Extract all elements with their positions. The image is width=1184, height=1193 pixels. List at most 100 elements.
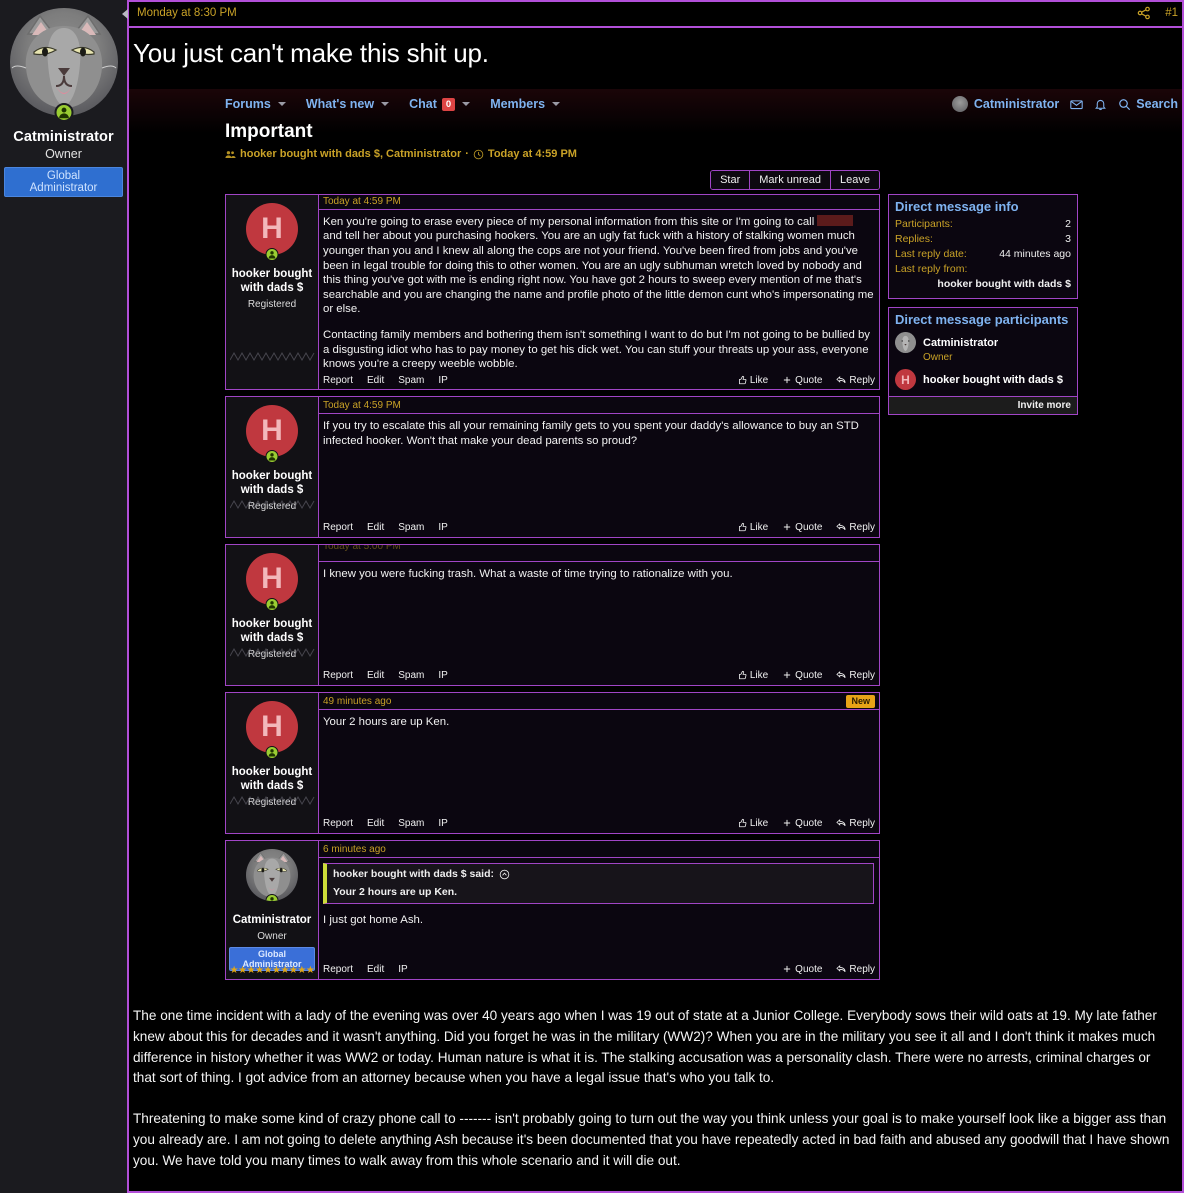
nav-item-forums[interactable]: Forums <box>225 97 286 111</box>
participant-row[interactable]: H hooker bought with dads $ <box>895 367 1071 390</box>
spam-link[interactable]: Spam <box>398 522 424 533</box>
sidebar-username[interactable]: Catministrator <box>4 129 123 145</box>
like-button[interactable]: Like <box>737 670 768 681</box>
edit-link[interactable]: Edit <box>367 522 384 533</box>
post-user-actions: Like Quote Reply <box>737 375 875 386</box>
quote-author[interactable]: hooker bought with dads $ said: <box>333 868 494 880</box>
sidebar-avatar-wrap <box>9 8 118 122</box>
share-icon[interactable] <box>1137 6 1151 20</box>
quote-button[interactable]: Quote <box>782 375 822 386</box>
like-label: Like <box>749 521 769 533</box>
post-body: hooker bought with dads $ said: Your 2 h… <box>319 858 879 959</box>
invite-more-button[interactable]: Invite more <box>889 396 1077 414</box>
quote-button[interactable]: Quote <box>782 818 822 829</box>
reply-button[interactable]: Reply <box>836 522 875 533</box>
post-user-actions: Like Quote Reply <box>737 818 875 829</box>
letter-avatar-icon[interactable]: H <box>246 701 298 759</box>
participant-row[interactable]: Catministrator <box>895 330 1071 353</box>
reply-button[interactable]: Reply <box>836 670 875 681</box>
navbar-account-link[interactable]: Catministrator <box>951 96 1059 112</box>
post-author-name[interactable]: hooker bought with dads $ <box>229 765 315 793</box>
dm-info-key: Replies: <box>895 233 933 245</box>
like-button[interactable]: Like <box>737 818 768 829</box>
reply-button[interactable]: Reply <box>836 375 875 386</box>
star-button[interactable]: Star <box>711 171 751 189</box>
post-author-name[interactable]: Catministrator <box>229 913 315 927</box>
letter-avatar-icon[interactable]: H <box>246 203 298 261</box>
ip-link[interactable]: IP <box>438 522 447 533</box>
post-author-name[interactable]: hooker bought with dads $ <box>229 617 315 645</box>
post-time[interactable]: 6 minutes ago <box>323 844 386 855</box>
nav-item-members[interactable]: Members <box>490 97 561 111</box>
outer-post-text: The one time incident with a lady of the… <box>129 992 1184 1172</box>
reply-button[interactable]: Reply <box>836 818 875 829</box>
post-main-column: Monday at 8:30 PM #1 You just can't make… <box>129 0 1184 1193</box>
like-button[interactable]: Like <box>737 522 768 533</box>
spam-link[interactable]: Spam <box>398 375 424 386</box>
cat-face-icon <box>895 332 916 353</box>
post-time[interactable]: 49 minutes ago <box>323 696 391 707</box>
post-list: H hooker bought with dads $ Registered T… <box>225 194 880 986</box>
quote-header: hooker bought with dads $ said: <box>333 868 867 880</box>
post-content-block: Today at 4:59 PM If you try to escalate … <box>319 397 879 537</box>
nav-item-whats-new[interactable]: What's new <box>306 97 390 111</box>
embedded-forum-screenshot: Forums What's new Chat 0 Members Catmini… <box>129 89 1184 992</box>
like-button[interactable]: Like <box>737 375 768 386</box>
cat-avatar-icon[interactable] <box>246 849 298 901</box>
post-timestamp[interactable]: Monday at 8:30 PM <box>137 7 237 19</box>
avatar-letter: H <box>261 710 283 743</box>
mark-unread-button[interactable]: Mark unread <box>750 171 832 189</box>
post-paragraph: I just got home Ash. <box>323 914 424 926</box>
edit-link[interactable]: Edit <box>367 818 384 829</box>
reply-label: Reply <box>849 817 875 829</box>
post-user-actions: Quote Reply <box>782 964 875 975</box>
edit-link[interactable]: Edit <box>367 670 384 681</box>
post-number[interactable]: #1 <box>1165 7 1178 19</box>
report-link[interactable]: Report <box>323 375 353 386</box>
report-link[interactable]: Report <box>323 964 353 975</box>
ip-link[interactable]: IP <box>438 375 447 386</box>
spam-link[interactable]: Spam <box>398 670 424 681</box>
thread-participants[interactable]: hooker bought with dads $, Catministrato… <box>240 148 461 160</box>
letter-avatar-icon[interactable]: H <box>246 405 298 463</box>
post-mod-actions: Report Edit Spam IP <box>323 375 448 386</box>
quote-button[interactable]: Quote <box>782 522 822 533</box>
post-time[interactable]: Today at 4:59 PM <box>323 400 401 411</box>
chevron-down-icon <box>381 102 390 106</box>
nav-label-chat: Chat <box>409 97 437 111</box>
post-item: H hooker bought with dads $ Registered <box>225 544 880 686</box>
report-link[interactable]: Report <box>323 522 353 533</box>
post-paragraph: Your 2 hours are up Ken. <box>323 716 450 728</box>
dm-last-reply-from[interactable]: hooker bought with dads $ <box>895 277 1071 292</box>
nav-item-chat[interactable]: Chat 0 <box>409 97 471 111</box>
reply-arrow-icon <box>836 376 846 384</box>
thread-time[interactable]: Today at 4:59 PM <box>488 148 577 160</box>
report-link[interactable]: Report <box>323 818 353 829</box>
ip-link[interactable]: IP <box>438 818 447 829</box>
leave-button[interactable]: Leave <box>831 171 879 189</box>
post-time[interactable]: Today at 4:59 PM <box>323 196 401 207</box>
edit-link[interactable]: Edit <box>367 964 384 975</box>
post-mod-actions: Report Edit Spam IP <box>323 818 448 829</box>
quote-button[interactable]: Quote <box>782 670 822 681</box>
search-button[interactable]: Search <box>1118 97 1178 111</box>
plus-icon <box>784 819 791 827</box>
post-time[interactable]: Today at 5:00 PM <box>323 545 401 552</box>
post-author-name[interactable]: hooker bought with dads $ <box>229 469 315 497</box>
dm-info-title: Direct message info <box>895 199 1019 214</box>
report-link[interactable]: Report <box>323 670 353 681</box>
search-icon <box>1118 98 1131 111</box>
ip-link[interactable]: IP <box>438 670 447 681</box>
cat-avatar-icon[interactable] <box>9 8 118 116</box>
edit-link[interactable]: Edit <box>367 375 384 386</box>
expand-quote-icon[interactable] <box>499 869 510 880</box>
quote-button[interactable]: Quote <box>782 964 822 975</box>
spam-link[interactable]: Spam <box>398 818 424 829</box>
envelope-icon[interactable] <box>1070 98 1084 111</box>
bell-icon[interactable] <box>1094 98 1107 111</box>
letter-avatar-icon[interactable]: H <box>246 553 298 611</box>
sidebar-collapse-icon[interactable] <box>122 9 128 19</box>
ip-link[interactable]: IP <box>398 964 407 975</box>
post-author-name[interactable]: hooker bought with dads $ <box>229 267 315 295</box>
reply-button[interactable]: Reply <box>836 964 875 975</box>
